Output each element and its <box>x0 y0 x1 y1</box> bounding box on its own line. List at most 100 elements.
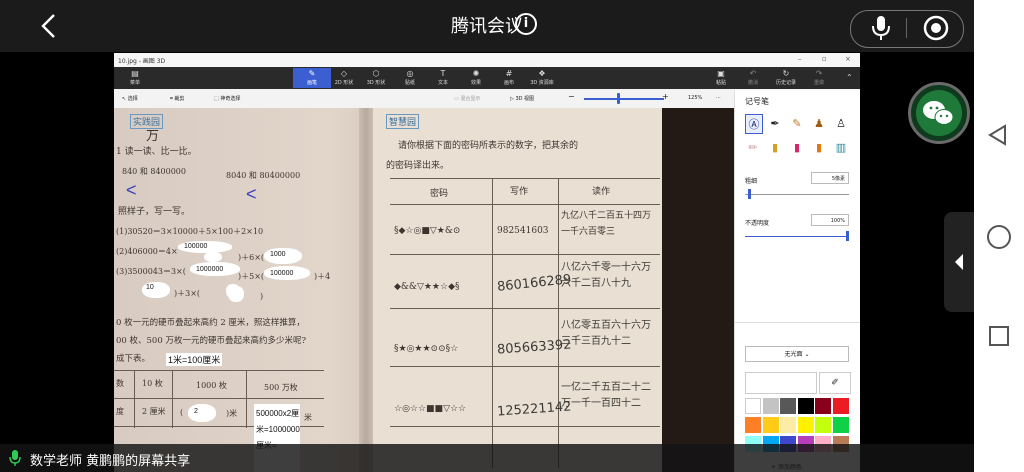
question-1: 1 读一读、比一比。 <box>116 147 197 157</box>
opacity-slider[interactable] <box>745 236 849 237</box>
zoom-slider-thumb[interactable] <box>617 93 620 104</box>
color-swatch[interactable] <box>780 417 796 433</box>
thickness-slider-thumb[interactable] <box>748 189 751 199</box>
spray-icon: ▮ <box>815 140 823 154</box>
table-line <box>246 370 247 428</box>
calligraphy-pen-tool[interactable]: ✒ <box>767 114 783 132</box>
color-swatch[interactable] <box>797 417 814 433</box>
eyedropper-icon: ✐ <box>831 378 839 388</box>
table-header: 10 枚 <box>142 379 163 388</box>
table-header: 1000 枚 <box>196 381 227 390</box>
opacity-input[interactable]: 100% <box>811 214 849 226</box>
spray-tool[interactable]: ▮ <box>811 138 827 156</box>
read-row-3: 八亿零五百六十六万三千三百九十二 <box>561 320 651 347</box>
pencil-tool[interactable]: ✏ <box>745 138 761 156</box>
microphone-icon[interactable] <box>866 14 896 42</box>
zoom-out-button[interactable]: − <box>568 92 575 101</box>
white-mark <box>228 286 244 302</box>
pen-icon: ✒ <box>770 116 780 130</box>
paint3d-window: 10.jpg - 画图 3D – ▫ × ▤ 菜单 ✎ 画笔 ◇ 2D 形状 ⬡ 3D … <box>114 53 860 472</box>
color-swatch[interactable] <box>832 398 849 414</box>
ribbon-menu[interactable]: ▤ 菜单 <box>116 68 154 88</box>
opacity-label: 不透明度 <box>745 220 770 227</box>
question-3-line-2: 00 枚、500 万枚一元的硬币叠起来高约多少米呢? <box>116 336 307 346</box>
record-icon[interactable] <box>922 14 950 42</box>
answer-2: 2 <box>194 408 198 415</box>
screen-share-banner: 数学老师 黄鹏鹏的屏幕共享 <box>0 444 974 472</box>
table-line <box>390 178 660 179</box>
zoom-in-button[interactable]: + <box>662 92 669 101</box>
microphone-icon <box>9 450 21 466</box>
fill-tool[interactable]: ▥ <box>833 138 849 156</box>
select-tool[interactable]: ↖ 选择 <box>122 95 138 102</box>
eraser-tool[interactable]: ▮ <box>767 138 783 156</box>
col-header-read: 读作 <box>592 187 611 197</box>
color-swatch[interactable] <box>762 417 779 433</box>
section-tag-wisdom: 智慧园 <box>386 114 420 129</box>
more-options-button[interactable]: ··· <box>716 95 721 101</box>
table-line <box>390 426 660 427</box>
color-swatch[interactable] <box>832 417 849 433</box>
table-line <box>492 178 493 468</box>
answer-100000-b: 100000 <box>270 270 294 277</box>
pixel-pen-tool[interactable]: ♙ <box>833 114 849 132</box>
nav-recents-icon[interactable] <box>989 326 1009 346</box>
panel-divider <box>735 322 860 323</box>
finish-dropdown[interactable]: 无光面 ⌄ <box>745 346 849 362</box>
table-line <box>114 398 324 399</box>
info-icon[interactable]: i <box>515 13 537 35</box>
table-cell: 2 厘米 <box>142 407 166 416</box>
fill-icon: ▥ <box>835 140 847 154</box>
table-line <box>390 254 660 255</box>
chevron-up-icon[interactable]: ⌃ <box>846 73 853 82</box>
magic-select-tool[interactable]: ⬚ 神奇选择 <box>214 95 240 102</box>
crop-tool[interactable]: ⌗ 裁剪 <box>170 95 184 102</box>
q2-line-3-mid: )＋5×( <box>238 272 265 281</box>
drawing-canvas[interactable]: 实践园 万 1 读一读、比一比。 840 和 8400000 8040 和 80… <box>114 108 734 472</box>
maximize-button[interactable]: ▫ <box>822 55 827 63</box>
eyedropper-button[interactable]: ✐ <box>819 372 851 394</box>
wechat-floating-icon[interactable] <box>908 82 970 144</box>
table-line <box>390 308 660 309</box>
color-swatch[interactable] <box>745 417 761 433</box>
table-header: 500 万枚 <box>264 383 298 392</box>
opacity-slider-thumb[interactable] <box>846 231 849 241</box>
ribbon-toolbar: ▤ 菜单 ✎ 画笔 ◇ 2D 形状 ⬡ 3D 形状 ◎ 贴纸 T 文本 ✺ 效果 # 画布 ❖ 3… <box>114 67 860 89</box>
watercolor-tool[interactable]: ♟ <box>811 114 827 132</box>
panel-title: 记号笔 <box>745 97 769 106</box>
collapse-panel-tab[interactable] <box>944 212 974 312</box>
color-swatch[interactable] <box>762 398 779 414</box>
minimize-button[interactable]: – <box>798 55 802 63</box>
mixed-reality-button[interactable]: ▭ 混合显示 <box>454 95 480 102</box>
color-swatch[interactable] <box>745 398 761 414</box>
ribbon-redo[interactable]: ↷ 重做 <box>800 68 838 88</box>
question-3-line-1: 0 枚一元的硬币叠起来高约 2 厘米，照这样推算， <box>116 318 305 328</box>
q2-line-3: (3)3500043＝3×( <box>116 267 186 276</box>
view-3d-button[interactable]: ▷ 3D 视图 <box>510 95 534 102</box>
q2-line-3b: )＋3×( <box>174 289 201 298</box>
color-swatch[interactable] <box>780 398 796 414</box>
marker-tool[interactable]: Ⓐ <box>745 114 763 134</box>
table-cell: 度 <box>116 407 124 416</box>
zoom-slider[interactable] <box>584 98 664 100</box>
ribbon-3d-library[interactable]: ❖ 3D 资源库 <box>523 68 561 88</box>
zoom-level: 125% <box>688 95 703 101</box>
close-button[interactable]: × <box>845 55 851 63</box>
table-line <box>172 370 173 428</box>
color-swatch[interactable] <box>815 417 831 433</box>
thickness-slider[interactable] <box>745 194 849 195</box>
col-header-write: 写作 <box>510 187 529 197</box>
crayon-tool[interactable]: ▮ <box>789 138 805 156</box>
code-row-3: §★◎★★⊙⊙§☆ <box>394 344 459 354</box>
ribbon-3d-shapes[interactable]: ⬡ 3D 形状 <box>357 68 395 88</box>
unit-note: 1米=100厘米 <box>166 353 223 366</box>
crayon-icon: ▮ <box>793 140 801 154</box>
nav-back-icon[interactable] <box>987 124 1009 146</box>
nav-home-icon[interactable] <box>987 225 1011 249</box>
color-swatch[interactable] <box>815 398 831 414</box>
meeting-title: 腾讯会议 <box>451 16 523 37</box>
thickness-input[interactable]: 5像素 <box>811 172 849 184</box>
color-swatch[interactable] <box>797 398 814 414</box>
photo-dark-edge <box>662 108 734 472</box>
oil-brush-tool[interactable]: ✎ <box>789 114 805 132</box>
